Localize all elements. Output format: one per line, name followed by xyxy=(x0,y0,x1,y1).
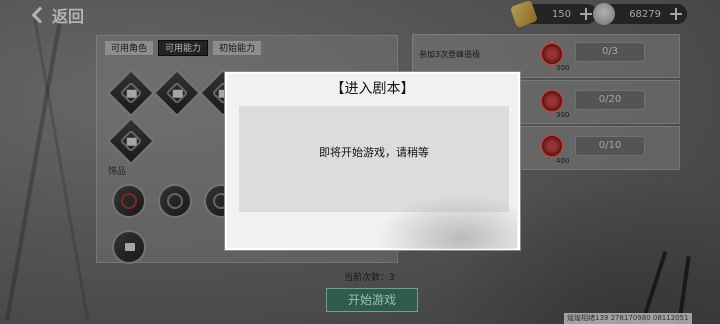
dialog-title: 【进入剧本】 xyxy=(330,81,415,97)
loading-message: 即将开始游戏，请稍等 xyxy=(319,146,429,159)
enter-script-dialog: 【进入剧本】 即将开始游戏，请稍等 xyxy=(225,72,520,250)
ink-wash-decoration xyxy=(377,194,517,249)
